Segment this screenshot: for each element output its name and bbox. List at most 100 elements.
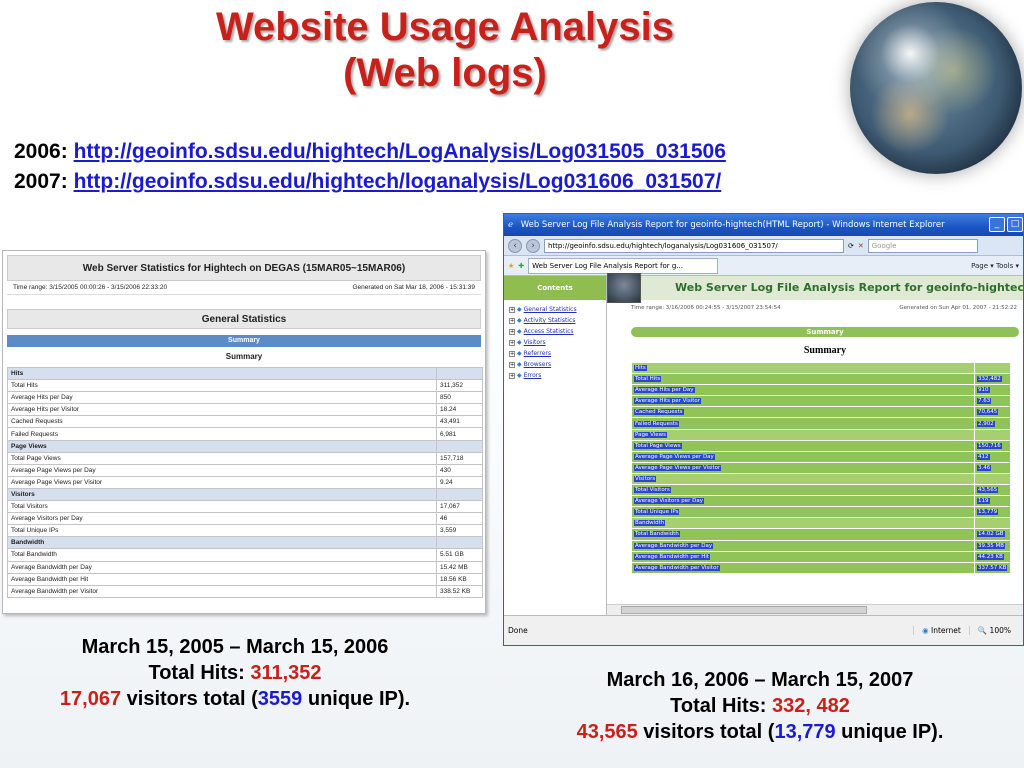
favorites-star-icon[interactable]: ★ — [508, 262, 514, 270]
unique-text: unique IP). — [302, 688, 411, 710]
table-row: Total Page Views 157,718 — [7, 451, 483, 465]
row-value: 18.24 — [436, 403, 483, 417]
row-label: Total Bandwidth — [7, 548, 437, 562]
report-meta: Time range: 3/15/2005 00:00:26 - 3/15/20… — [7, 281, 481, 295]
tree-item[interactable]: + ◆ General Statistics — [509, 304, 606, 315]
table-row: Average Bandwidth per Day 39.35 MB — [631, 539, 1011, 552]
folder-icon: ◆ — [517, 361, 522, 368]
tree-item[interactable]: + ◆ Access Statistics — [509, 326, 606, 337]
visitors-value: 43,565 — [576, 721, 638, 743]
row-label-cell: Page Views — [631, 428, 975, 441]
table-row: Cached Requests 70,645 — [631, 406, 1011, 419]
generated-date: Generated on Sun Apr 01, 2007 - 21:52:22 — [899, 305, 1017, 311]
row-label: Average Page Views per Day — [7, 463, 437, 477]
row-label: Total Hits — [634, 376, 662, 383]
tree-item[interactable]: + ◆ Visitors — [509, 337, 606, 348]
row-value-cell: 150,716 — [974, 439, 1011, 452]
tab-row: ★ ✚ Web Server Log File Analysis Report … — [504, 256, 1023, 276]
expand-icon[interactable]: + — [509, 318, 515, 324]
table-row: Total Bandwidth 14.02 GB — [631, 528, 1011, 541]
table-section-row: Page Views — [631, 428, 1011, 441]
folder-icon: ◆ — [517, 339, 522, 346]
zoom-control[interactable]: 🔍 100% — [968, 626, 1019, 635]
row-value: 3.46 — [977, 464, 992, 471]
log-link-2007[interactable]: http://geoinfo.sdsu.edu/hightech/loganal… — [74, 170, 722, 193]
row-value: 430 — [436, 463, 483, 477]
row-label: Bandwidth — [7, 536, 437, 550]
tree-item[interactable]: + ◆ Referrers — [509, 348, 606, 359]
table-row: Average Hits per Visitor 18.24 — [7, 403, 483, 417]
tree-item-label[interactable]: General Statistics — [524, 306, 577, 313]
expand-icon[interactable]: + — [509, 351, 515, 357]
expand-icon[interactable]: + — [509, 307, 515, 313]
status-text: Done — [508, 626, 528, 635]
table-row: Average Bandwidth per Hit 18.56 KB — [7, 572, 483, 586]
row-value: 70,645 — [977, 409, 999, 416]
folder-icon: ◆ — [517, 372, 522, 379]
row-label-cell: Visitors — [631, 472, 975, 486]
row-value: 2,902 — [977, 420, 995, 427]
folder-icon: ◆ — [517, 306, 522, 313]
row-label-cell: Average Bandwidth per Visitor — [631, 561, 975, 574]
tree-item-label[interactable]: Browsers — [524, 361, 551, 368]
ie-content-area: Contents + ◆ General Statistics + ◆ Activity … — [504, 273, 1023, 615]
tree-item[interactable]: + ◆ Activity Statistics — [509, 315, 606, 326]
row-label: Total Unique IPs — [7, 524, 437, 538]
tree-item[interactable]: + ◆ Errors — [509, 370, 606, 381]
row-label: Total Visitors — [7, 500, 437, 514]
summary-table: Hits Total Hits 311,352 Average Hits per Da… — [7, 366, 483, 598]
tree-item-label[interactable]: Visitors — [524, 339, 546, 346]
row-label-cell: Average Bandwidth per Day — [631, 539, 975, 552]
table-row: Failed Requests 2,902 — [631, 417, 1011, 430]
row-label: Visitors — [7, 487, 437, 502]
minimize-icon[interactable]: _ — [989, 217, 1005, 232]
caption-hits: Total Hits: 332, 482 — [530, 693, 990, 719]
status-bar: Done ◉ Internet 🔍 100% — [504, 615, 1023, 645]
search-input[interactable]: Google — [867, 238, 978, 253]
address-input[interactable]: http://geoinfo.sdsu.edu/hightech/loganal… — [544, 238, 844, 253]
row-value-cell — [974, 472, 1011, 486]
folder-icon: ◆ — [517, 350, 522, 357]
add-favorites-icon[interactable]: ✚ — [518, 262, 524, 270]
tab-report[interactable]: Web Server Log File Analysis Report for … — [528, 257, 719, 274]
expand-icon[interactable]: + — [509, 362, 515, 368]
tree-item-label[interactable]: Errors — [524, 372, 542, 379]
row-value: 43,565 — [977, 487, 999, 494]
table-row: Average Page Views per Visitor 9.24 — [7, 475, 483, 489]
tree-item-label[interactable]: Referrers — [524, 350, 551, 357]
refresh-icon[interactable]: ⟳ — [848, 242, 854, 250]
row-value-cell: 70,645 — [974, 406, 1011, 419]
row-label: Average Page Views per Visitor — [634, 464, 722, 471]
row-value-cell: 2,902 — [974, 417, 1011, 430]
forward-icon[interactable]: › — [526, 238, 540, 253]
row-value-cell: 337.57 KB — [974, 561, 1011, 574]
expand-icon[interactable]: + — [509, 340, 515, 346]
row-value-cell: 44.23 KB — [974, 550, 1011, 563]
horizontal-scrollbar[interactable] — [607, 604, 1023, 615]
contents-header: Contents — [504, 276, 606, 300]
maximize-icon[interactable]: □ — [1007, 217, 1023, 232]
row-value — [436, 366, 483, 381]
table-section-row: Visitors — [631, 472, 1011, 486]
log-link-2006[interactable]: http://geoinfo.sdsu.edu/hightech/LogAnal… — [74, 140, 726, 163]
expand-icon[interactable]: + — [509, 373, 515, 379]
toolbar-menus[interactable]: Page ▾ Tools ▾ — [971, 262, 1019, 270]
tree-item-label[interactable]: Activity Statistics — [524, 317, 576, 324]
row-value: 18.56 KB — [436, 572, 483, 586]
stop-icon[interactable]: ✕ — [858, 242, 864, 250]
row-value-cell: 3.46 — [974, 461, 1011, 474]
table-row: Average Hits per Visitor 7.63 — [631, 395, 1011, 408]
folder-icon: ◆ — [517, 317, 522, 324]
row-value: 46 — [436, 512, 483, 526]
caption-visitors: 43,565 visitors total (13,779 unique IP)… — [530, 719, 990, 745]
tree-item[interactable]: + ◆ Browsers — [509, 359, 606, 370]
folder-icon: ◆ — [517, 328, 522, 335]
stats-report-2006: Web Server Statistics for Hightech on DE… — [2, 250, 486, 614]
row-label-cell: Bandwidth — [631, 517, 975, 530]
scrollbar-thumb[interactable] — [621, 606, 867, 614]
back-icon[interactable]: ‹ — [508, 238, 522, 253]
generated-date: Generated on Sat Mar 18, 2006 - 15:31:39 — [352, 284, 475, 291]
expand-icon[interactable]: + — [509, 329, 515, 335]
zoom-icon: 🔍 — [977, 626, 988, 635]
tree-item-label[interactable]: Access Statistics — [524, 328, 574, 335]
